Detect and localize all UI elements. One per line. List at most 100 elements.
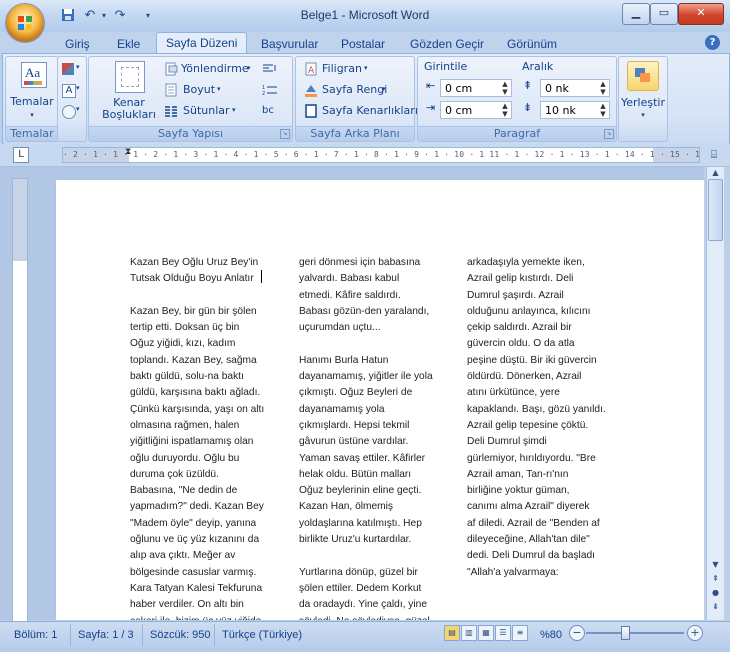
indent-marker-icon[interactable]: ⧗ [125, 147, 131, 157]
tab-gorunum[interactable]: Görünüm [505, 35, 559, 53]
scroll-down-icon[interactable]: ▼ [708, 559, 723, 571]
group-yerlestir: Yerleştir ▾ [618, 56, 668, 142]
page-borders-button[interactable]: Sayfa Kenarlıkları [322, 104, 418, 118]
text-line: Dumrul şaşırdı. Azrail [467, 289, 564, 301]
tab-postalar[interactable]: Postalar [339, 35, 387, 53]
scroll-up-icon[interactable]: ▲ [708, 167, 723, 179]
text-line: yalvardı. Babası kabul [299, 273, 400, 285]
minimize-button[interactable]: ▁ [622, 3, 650, 25]
outline-view-icon[interactable]: ☰ [495, 625, 511, 641]
horizontal-ruler[interactable]: · 2 · 1 · 1 · 1 · 2 · 1 · 3 · 1 · 4 · 1 … [62, 147, 700, 163]
text-line: dayanamamış yola [299, 403, 385, 415]
text-line: Azrail aman, Tan-rı'nın [467, 468, 569, 480]
text-line: gâvurun üstüne vardılar. [299, 436, 409, 448]
text-line: duruma çok üzüldü. [130, 468, 219, 480]
office-button[interactable] [6, 4, 44, 42]
text-line: haber verdiler. On altı bin [130, 599, 244, 611]
tab-ekle[interactable]: Ekle [115, 35, 142, 53]
svg-text:2: 2 [262, 91, 265, 96]
indent-left-input[interactable]: 0 cm ▲ ▼ [440, 79, 512, 97]
dialog-launcher-icon[interactable]: ↘ [280, 129, 290, 139]
zoom-slider[interactable] [586, 632, 684, 634]
section-indicator[interactable]: Bölüm: 1 [14, 627, 57, 643]
spacing-after-icon: ⇟ [523, 101, 533, 114]
size-button[interactable]: Boyut [183, 83, 215, 97]
word-count[interactable]: Sözcük: 950 [150, 627, 211, 643]
size-icon [164, 83, 178, 97]
next-page-icon[interactable]: ⇟ [708, 601, 723, 613]
tab-gozden-gecir[interactable]: Gözden Geçir [408, 35, 486, 53]
column-3: arkadaşıyla yemekte iken, Azrail gelip kı… [467, 255, 606, 597]
line-numbers-icon[interactable]: 12 [262, 84, 278, 97]
vertical-scrollbar[interactable]: ▲ ▼ ⇞ ● ⇟ [706, 167, 724, 620]
close-button[interactable]: ✕ [678, 3, 724, 25]
print-layout-view-icon[interactable]: ▤ [444, 625, 460, 641]
dropdown-icon: ▾ [382, 85, 386, 93]
text-line: Yaman savaş ettiler. Kâfirler [299, 452, 426, 464]
group-label-temalar: Temalar [6, 126, 58, 141]
themes-icon[interactable]: Aa [21, 62, 47, 88]
arrange-button[interactable]: Yerleştir [619, 97, 667, 109]
draft-view-icon[interactable]: ≡ [512, 625, 528, 641]
full-screen-view-icon[interactable]: ▥ [461, 625, 477, 641]
text-line: arkadaşıyla yemekte iken, [467, 257, 585, 268]
page-color-button[interactable]: Sayfa Rengi [322, 83, 387, 97]
zoom-out-icon[interactable]: − [569, 625, 585, 641]
maximize-button[interactable]: ▭ [650, 3, 678, 25]
watermark-button[interactable]: Filigran [322, 62, 362, 76]
spinner-icon[interactable]: ▲ ▼ [500, 80, 510, 96]
spacing-after-value: 10 nk [545, 104, 576, 117]
tab-giris[interactable]: Giriş [63, 35, 92, 53]
text-line: Deli Dumrul şimdi [467, 436, 547, 448]
margins-icon[interactable] [115, 61, 145, 93]
page-indicator[interactable]: Sayfa: 1 / 3 [78, 627, 134, 643]
dropdown-icon: ▾ [76, 84, 80, 92]
text-line: yiğitliğini ispatlamamış olan [130, 436, 254, 448]
help-icon[interactable]: ? [705, 35, 720, 50]
column-1: Kazan Bey Oğlu Uruz Bey'in Tutsak Olduğu … [130, 255, 264, 620]
browse-object-icon[interactable]: ● [708, 587, 723, 599]
zoom-slider-thumb[interactable] [621, 626, 630, 640]
view-ruler-icon[interactable]: ⌸ [706, 148, 722, 162]
themes-button[interactable]: Temalar [6, 96, 58, 108]
dialog-launcher-icon[interactable]: ↘ [604, 129, 614, 139]
web-layout-view-icon[interactable]: ▦ [478, 625, 494, 641]
group-label-sayfa-arka-plani: Sayfa Arka Planı [296, 126, 414, 141]
columns-button[interactable]: Sütunlar [183, 104, 230, 118]
text-line: dayanamamış, yiğitler ile yola [299, 371, 433, 383]
arrange-icon[interactable] [627, 61, 659, 91]
previous-page-icon[interactable]: ⇞ [708, 573, 723, 585]
breaks-icon[interactable] [262, 63, 278, 75]
zoom-level[interactable]: %80 [540, 627, 562, 643]
page[interactable]: Kazan Bey Oğlu Uruz Bey'in Tutsak Olduğu … [56, 180, 704, 620]
maximize-icon: ▭ [658, 6, 670, 19]
text-line: güvercin oldu. O da atla [467, 338, 575, 350]
text-line: şölen ettiler. Dedem Korkut [299, 582, 422, 594]
indent-right-input[interactable]: 0 cm ▲ ▼ [440, 101, 512, 119]
tab-selector-icon[interactable]: L [13, 147, 29, 163]
theme-fonts-icon[interactable]: A [62, 84, 76, 98]
paragraph: Yurtlarına dönüp, güzel bir şölen ettiler… [299, 565, 433, 620]
spinner-icon[interactable]: ▲ ▼ [598, 102, 608, 118]
tab-basvurular[interactable]: Başvurular [259, 35, 320, 53]
language-indicator[interactable]: Türkçe (Türkiye) [222, 627, 302, 643]
spacing-before-input[interactable]: 0 nk ▲ ▼ [540, 79, 610, 97]
text-line: Kazan Bey Oğlu Uruz Bey'in [130, 257, 259, 268]
vertical-ruler[interactable] [12, 178, 28, 622]
theme-colors-icon[interactable] [62, 63, 74, 75]
margins-button-line2[interactable]: Boşlukları [95, 109, 163, 121]
orientation-button[interactable]: Yönlendirme [181, 62, 249, 76]
tab-sayfa-duzeni[interactable]: Sayfa Düzeni [156, 32, 248, 54]
text-line: Çünkü karşısında, yaşı on altı [130, 403, 265, 415]
spinner-icon[interactable]: ▲ ▼ [598, 80, 608, 96]
spacing-after-input[interactable]: 10 nk ▲ ▼ [540, 101, 610, 119]
text-line: çekip saldırdı. Azrail bir [467, 322, 572, 334]
text-line: askeri ile, bizim üç yüz yiğide [130, 616, 261, 620]
text-line: Oğuz beylerinin eline geçti. [299, 485, 422, 497]
hyphenation-icon[interactable]: bc [262, 104, 274, 118]
text-line: çıkmışlardı. Hepsi tekmil [299, 419, 410, 431]
theme-effects-icon[interactable] [62, 105, 76, 119]
spinner-icon[interactable]: ▲ ▼ [500, 102, 510, 118]
scroll-thumb[interactable] [708, 179, 723, 241]
zoom-in-icon[interactable]: + [687, 625, 703, 641]
